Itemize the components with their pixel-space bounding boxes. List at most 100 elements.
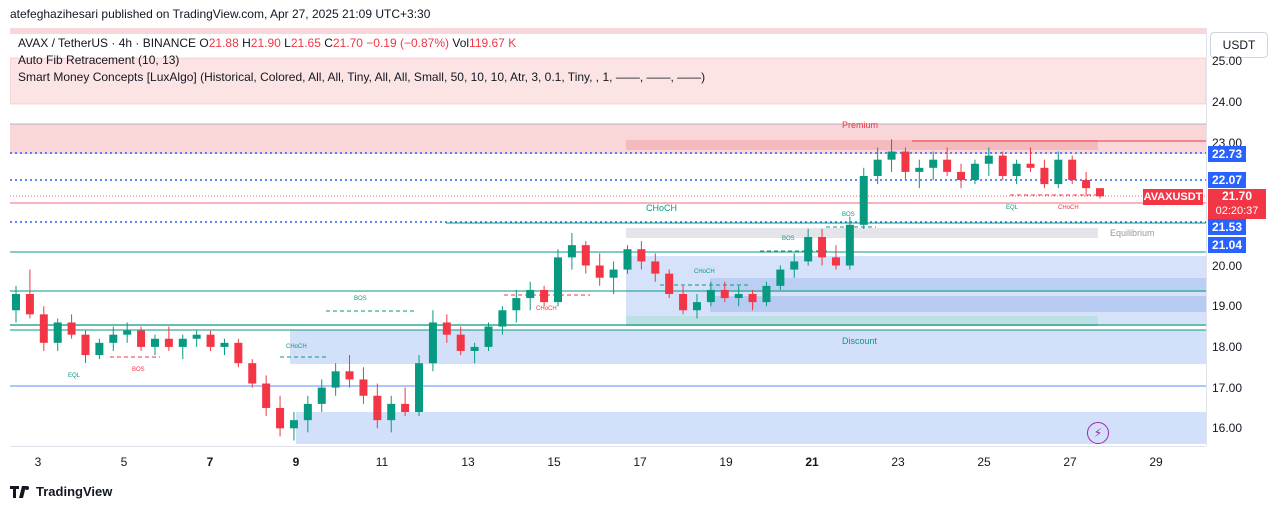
candle <box>957 163 966 189</box>
time-tick: 3 <box>34 455 42 469</box>
premium-label: Premium <box>842 120 878 130</box>
time-tick: 17 <box>633 455 647 469</box>
choch-label: CHoCH <box>536 306 557 312</box>
candle <box>53 318 62 351</box>
equilibrium-label: Equilibrium <box>1110 228 1155 238</box>
candle <box>581 241 590 274</box>
price-tick: 17.00 <box>1212 381 1243 395</box>
indicator-smc[interactable]: Smart Money Concepts [LuxAlgo] (Historic… <box>18 69 705 86</box>
demand-zone-2 <box>710 278 1206 292</box>
candle <box>415 355 424 417</box>
time-tick: 21 <box>805 455 819 469</box>
candle <box>95 338 104 360</box>
candle <box>929 151 938 181</box>
equilibrium-zone <box>626 228 1098 238</box>
choch-label: CHoCH <box>286 344 307 350</box>
candle <box>595 253 604 286</box>
candle <box>248 359 257 388</box>
price-tick: 19.00 <box>1212 299 1243 313</box>
level-label: 22.73 <box>1208 146 1246 162</box>
candle <box>915 159 924 189</box>
candle <box>540 285 549 307</box>
candle <box>67 314 76 339</box>
time-tick: 15 <box>547 455 561 469</box>
candle <box>192 330 201 347</box>
bar-countdown: 02:20:37 <box>1215 205 1259 217</box>
discount-label: Discount <box>842 336 878 346</box>
candle <box>178 334 187 360</box>
candle <box>1082 171 1091 197</box>
candle <box>1054 151 1063 189</box>
legend-symbol-row: AVAX / TetherUS · 4h · BINANCE O21.88 H2… <box>18 36 517 50</box>
chart-legend: AVAX / TetherUS · 4h · BINANCE O21.88 H2… <box>18 35 705 86</box>
bos-label: BOS <box>354 296 367 302</box>
time-tick: 11 <box>375 455 389 469</box>
level-label: 21.53 <box>1208 219 1246 235</box>
candle <box>1068 155 1077 185</box>
choch-label: CHoCH <box>1058 205 1079 211</box>
upper-supply-zone <box>10 28 1206 34</box>
lower-demand-zone <box>296 412 1206 444</box>
candle <box>401 387 410 417</box>
candle <box>81 330 90 364</box>
open-value: 21.88 <box>208 36 239 50</box>
eql-label: EQL <box>1006 205 1019 211</box>
candle <box>331 363 340 396</box>
candle <box>665 269 674 299</box>
time-tick: 9 <box>292 455 300 469</box>
candle <box>1012 159 1021 185</box>
candle <box>609 261 618 294</box>
last-price: 21.70 <box>1221 189 1253 203</box>
time-tick: 25 <box>977 455 991 469</box>
candle <box>206 330 215 351</box>
candle <box>234 338 243 368</box>
level-label: 21.04 <box>1208 237 1246 253</box>
candle <box>276 395 285 437</box>
candle <box>623 245 632 274</box>
bos-label: BOS <box>782 236 795 242</box>
candle <box>25 269 34 319</box>
candle <box>970 159 979 185</box>
time-axis[interactable]: 3 5 7 9 11 13 15 17 19 21 23 25 27 29 <box>10 446 1206 473</box>
last-price-label: 21.70 02:20:37 <box>1208 189 1266 219</box>
close-value: 21.70 <box>332 36 363 50</box>
candle <box>567 232 576 270</box>
candle <box>262 375 271 417</box>
price-tick: 20.00 <box>1212 259 1243 273</box>
change-value: −0.19 (−0.87%) <box>366 36 450 50</box>
time-tick: 23 <box>891 455 905 469</box>
candle <box>901 147 910 181</box>
lightning-icon[interactable]: ⚡ <box>1087 422 1109 444</box>
candle <box>359 367 368 404</box>
demand-zone-3 <box>710 296 1206 312</box>
bos-label: BOS <box>132 367 145 373</box>
choch-label: CHoCH <box>646 203 677 213</box>
time-tick: 7 <box>206 455 214 469</box>
price-tick: 24.00 <box>1212 95 1243 109</box>
candle <box>428 310 437 372</box>
brand-name: TradingView <box>36 484 113 499</box>
discount-zone <box>290 330 1206 364</box>
time-tick: 27 <box>1063 455 1077 469</box>
candle <box>526 281 535 311</box>
published-info: atefeghazihesari published on TradingVie… <box>10 7 431 21</box>
candle <box>484 322 493 351</box>
bos-label: BOS <box>842 212 855 218</box>
indicator-fib[interactable]: Auto Fib Retracement (10, 13) <box>18 52 705 69</box>
eql-label: EQL <box>68 373 81 379</box>
price-tick: 18.00 <box>1212 340 1243 354</box>
time-tick: 5 <box>120 455 128 469</box>
tradingview-logo[interactable]: TradingView <box>10 484 112 499</box>
price-tick: 25.00 <box>1212 54 1243 68</box>
time-tick: 13 <box>461 455 475 469</box>
price-chart[interactable]: Premium Equilibrium Discount CHoCH CHoCH… <box>10 28 1206 446</box>
high-value: 21.90 <box>250 36 281 50</box>
candle <box>150 334 159 356</box>
candle <box>1040 159 1049 189</box>
symbol-name[interactable]: AVAX / TetherUS · 4h · BINANCE <box>18 36 196 50</box>
candle <box>39 306 48 351</box>
price-tick: 16.00 <box>1212 421 1243 435</box>
low-value: 21.65 <box>290 36 321 50</box>
candle <box>220 338 229 356</box>
candle <box>859 167 868 229</box>
